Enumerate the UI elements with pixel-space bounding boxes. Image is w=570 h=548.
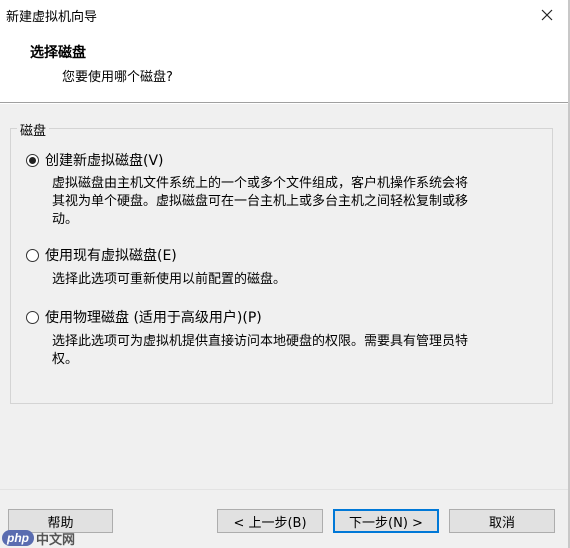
description-line: 其视为单个硬盘。虚拟磁盘可在一台主机上或多台主机之间轻松复制或移 bbox=[52, 194, 469, 209]
title-bar: 新建虚拟机向导 bbox=[0, 0, 570, 30]
radio-indicator[interactable] bbox=[26, 153, 39, 167]
option-description: 选择此选项可重新使用以前配置的磁盘。 bbox=[52, 271, 540, 289]
cancel-button[interactable]: 取消 bbox=[449, 509, 555, 533]
disk-group-label: 磁盘 bbox=[17, 120, 50, 139]
wizard-header: 选择磁盘 您要使用哪个磁盘? bbox=[0, 30, 570, 102]
option-description: 虚拟磁盘由主机文件系统上的一个或多个文件组成，客户机操作系统会将 其视为单个硬盘… bbox=[52, 175, 540, 229]
description-line: 动。 bbox=[52, 212, 79, 227]
radio-use-physical-disk[interactable]: 使用物理磁盘 (适用于高级用户)(P) bbox=[26, 307, 262, 327]
page-subtitle: 您要使用哪个磁盘? bbox=[62, 70, 173, 85]
back-button[interactable]: < 上一步(B) bbox=[217, 509, 323, 533]
page-title: 选择磁盘 bbox=[30, 45, 86, 61]
description-line: 权。 bbox=[52, 352, 79, 367]
watermark: php 中文网 bbox=[2, 528, 75, 548]
watermark-logo: php bbox=[2, 530, 34, 546]
next-button[interactable]: 下一步(N) > bbox=[333, 509, 439, 533]
close-button[interactable] bbox=[524, 0, 570, 30]
radio-indicator[interactable] bbox=[26, 248, 39, 262]
radio-label: 创建新虚拟磁盘(V) bbox=[45, 153, 164, 169]
description-line: 选择此选项可为虚拟机提供直接访问本地硬盘的权限。需要具有管理员特 bbox=[52, 334, 469, 349]
option-description: 选择此选项可为虚拟机提供直接访问本地硬盘的权限。需要具有管理员特 权。 bbox=[52, 333, 540, 369]
wizard-content: 磁盘 创建新虚拟磁盘(V) 虚拟磁盘由主机文件系统上的一个或多个文件组成，客户机… bbox=[0, 104, 570, 548]
window-title: 新建虚拟机向导 bbox=[6, 10, 98, 25]
description-line: 虚拟磁盘由主机文件系统上的一个或多个文件组成，客户机操作系统会将 bbox=[52, 176, 469, 191]
radio-label: 使用物理磁盘 (适用于高级用户)(P) bbox=[45, 310, 262, 326]
radio-indicator[interactable] bbox=[26, 310, 39, 324]
button-bar-divider bbox=[0, 489, 570, 490]
radio-create-new-disk[interactable]: 创建新虚拟磁盘(V) bbox=[26, 150, 164, 170]
radio-use-existing-disk[interactable]: 使用现有虚拟磁盘(E) bbox=[26, 245, 177, 265]
close-icon bbox=[541, 9, 553, 21]
watermark-text: 中文网 bbox=[36, 531, 76, 547]
description-line: 选择此选项可重新使用以前配置的磁盘。 bbox=[52, 272, 287, 287]
radio-label: 使用现有虚拟磁盘(E) bbox=[45, 248, 177, 264]
